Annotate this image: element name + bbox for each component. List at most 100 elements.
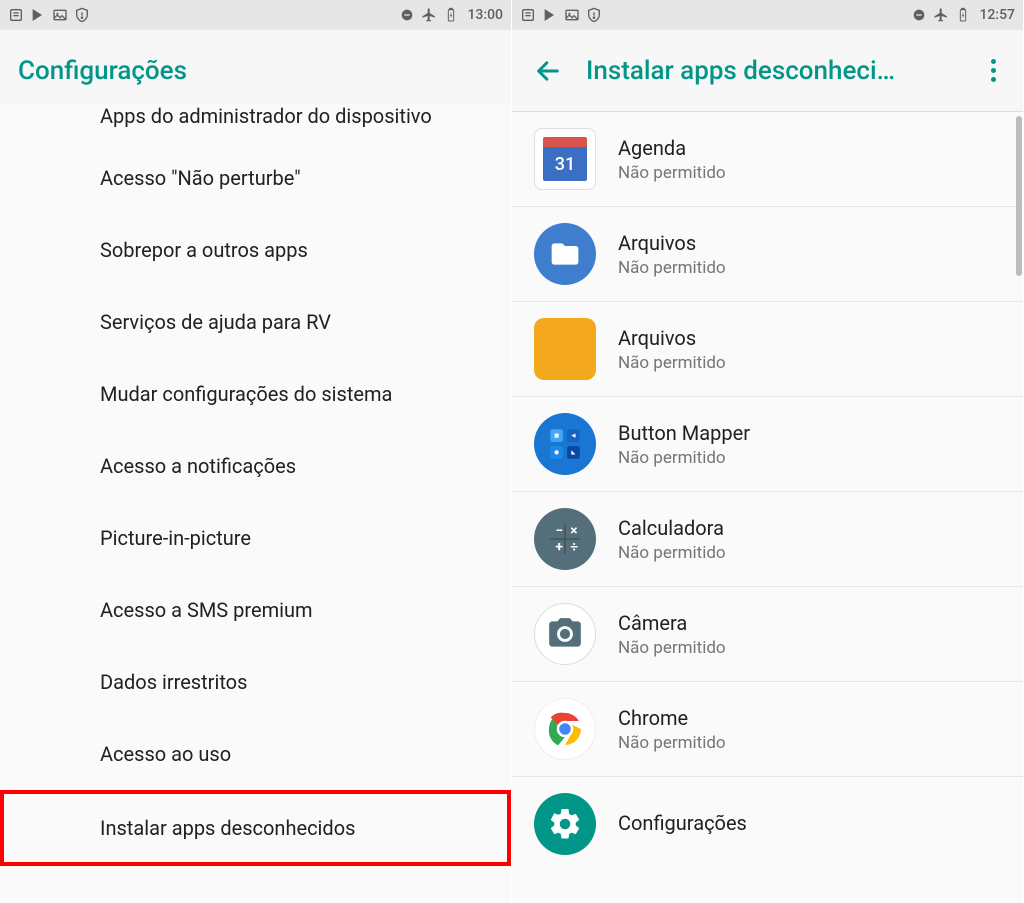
settings-item-label: Acesso "Não perturbe" <box>100 166 301 190</box>
app-name: Configurações <box>618 811 1003 835</box>
settings-item-label: Picture-in-picture <box>100 526 251 550</box>
settings-item-label: Acesso ao uso <box>100 742 231 766</box>
settings-item-unrestricted-data[interactable]: Dados irrestritos <box>0 646 511 718</box>
status-right: 13:00 <box>399 7 503 23</box>
page-title: Instalar apps desconheci… <box>586 56 981 86</box>
app-status: Não permitido <box>618 163 1003 183</box>
dnd-icon <box>399 7 415 23</box>
status-time: 13:00 <box>467 7 503 23</box>
page-title: Configurações <box>18 56 493 86</box>
app-bar: Configurações <box>0 30 511 112</box>
settings-list[interactable]: Apps do administrador do dispositivo Ace… <box>0 104 511 866</box>
status-left <box>520 7 602 23</box>
app-row-chrome[interactable]: Chrome Não permitido <box>512 682 1023 777</box>
notification-icon <box>8 7 24 23</box>
calculator-icon: − × + ÷ <box>534 508 596 570</box>
gear-icon <box>534 793 596 855</box>
settings-item-label: Serviços de ajuda para RV <box>100 310 331 334</box>
app-status: Não permitido <box>618 543 1003 563</box>
app-row-configuracoes[interactable]: Configurações <box>512 777 1023 861</box>
folder-icon <box>534 318 596 380</box>
scrollbar[interactable] <box>1016 116 1022 276</box>
airplane-icon <box>933 7 949 23</box>
more-dot-icon <box>991 68 996 73</box>
camera-icon <box>534 603 596 665</box>
svg-text:÷: ÷ <box>570 540 578 556</box>
settings-item-admin-apps[interactable]: Apps do administrador do dispositivo <box>0 104 511 142</box>
settings-item-install-unknown[interactable]: Instalar apps desconhecidos <box>0 790 511 866</box>
settings-item-usage-access[interactable]: Acesso ao uso <box>0 718 511 790</box>
more-dot-icon <box>991 77 996 82</box>
settings-item-dnd-access[interactable]: Acesso "Não perturbe" <box>0 142 511 214</box>
settings-item-pip[interactable]: Picture-in-picture <box>0 502 511 574</box>
settings-item-label: Apps do administrador do dispositivo <box>100 104 432 128</box>
app-name: Arquivos <box>618 326 1003 350</box>
phone-left: 13:00 Configurações Apps do administrado… <box>0 0 512 903</box>
calendar-icon: 31 <box>534 128 596 190</box>
app-text: Arquivos Não permitido <box>618 231 1003 278</box>
app-bar: Instalar apps desconheci… <box>512 30 1023 112</box>
settings-item-label: Mudar configurações do sistema <box>100 382 392 406</box>
airplane-icon <box>421 7 437 23</box>
battery-icon <box>955 7 971 23</box>
settings-item-label: Acesso a notificações <box>100 454 296 478</box>
back-arrow-icon <box>534 57 562 85</box>
status-bar: 12:57 <box>512 0 1023 30</box>
settings-item-label: Sobrepor a outros apps <box>100 238 308 262</box>
app-name: Chrome <box>618 706 1003 730</box>
buttonmapper-icon <box>534 413 596 475</box>
settings-item-modify-system[interactable]: Mudar configurações do sistema <box>0 358 511 430</box>
app-text: Agenda Não permitido <box>618 136 1003 183</box>
app-row-agenda[interactable]: 31 Agenda Não permitido <box>512 112 1023 207</box>
app-status: Não permitido <box>618 353 1003 373</box>
more-menu-button[interactable] <box>981 59 1005 82</box>
settings-item-overlay[interactable]: Sobrepor a outros apps <box>0 214 511 286</box>
app-text: Chrome Não permitido <box>618 706 1003 753</box>
settings-item-notification-access[interactable]: Acesso a notificações <box>0 430 511 502</box>
dnd-icon <box>911 7 927 23</box>
app-name: Agenda <box>618 136 1003 160</box>
app-text: Arquivos Não permitido <box>618 326 1003 373</box>
svg-text:−: − <box>556 523 564 539</box>
back-button[interactable] <box>530 53 566 89</box>
app-text: Calculadora Não permitido <box>618 516 1003 563</box>
settings-item-premium-sms[interactable]: Acesso a SMS premium <box>0 574 511 646</box>
phone-right: 12:57 Instalar apps desconheci… 31 Agend… <box>512 0 1024 903</box>
settings-item-label: Acesso a SMS premium <box>100 598 313 622</box>
notification-icon <box>520 7 536 23</box>
app-row-arquivos-orange[interactable]: Arquivos Não permitido <box>512 302 1023 397</box>
app-name: Calculadora <box>618 516 1003 540</box>
app-list[interactable]: 31 Agenda Não permitido Arquivos Não per… <box>512 112 1023 861</box>
app-text: Configurações <box>618 811 1003 838</box>
play-store-icon <box>542 7 558 23</box>
folder-icon <box>534 223 596 285</box>
image-icon <box>564 7 580 23</box>
app-row-calculadora[interactable]: − × + ÷ Calculadora Não permitido <box>512 492 1023 587</box>
app-status: Não permitido <box>618 258 1003 278</box>
app-name: Arquivos <box>618 231 1003 255</box>
shield-icon <box>586 7 602 23</box>
app-text: Button Mapper Não permitido <box>618 421 1003 468</box>
settings-item-vr-help[interactable]: Serviços de ajuda para RV <box>0 286 511 358</box>
battery-icon <box>443 7 459 23</box>
app-status: Não permitido <box>618 448 1003 468</box>
settings-item-label: Instalar apps desconhecidos <box>100 816 355 840</box>
app-status: Não permitido <box>618 733 1003 753</box>
status-left <box>8 7 90 23</box>
play-store-icon <box>30 7 46 23</box>
image-icon <box>52 7 68 23</box>
settings-item-label: Dados irrestritos <box>100 670 247 694</box>
shield-icon <box>74 7 90 23</box>
app-row-arquivos-blue[interactable]: Arquivos Não permitido <box>512 207 1023 302</box>
app-name: Button Mapper <box>618 421 1003 445</box>
app-name: Câmera <box>618 611 1003 635</box>
svg-text:+: + <box>556 540 564 556</box>
svg-text:×: × <box>570 523 577 539</box>
app-row-buttonmapper[interactable]: Button Mapper Não permitido <box>512 397 1023 492</box>
more-dot-icon <box>991 59 996 64</box>
status-time: 12:57 <box>979 7 1015 23</box>
app-row-camera[interactable]: Câmera Não permitido <box>512 587 1023 682</box>
status-bar: 13:00 <box>0 0 511 30</box>
chrome-icon <box>534 698 596 760</box>
status-right: 12:57 <box>911 7 1015 23</box>
